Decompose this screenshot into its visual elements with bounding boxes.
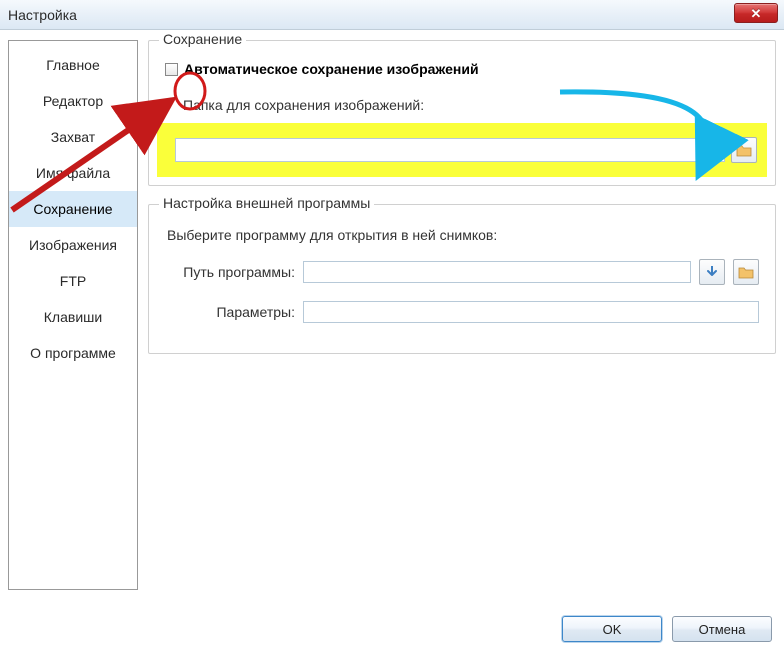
sidebar-item-ftp[interactable]: FTP xyxy=(9,263,137,299)
window-body: Главное Редактор Захват Имя файла Сохран… xyxy=(0,30,784,590)
save-group-title: Сохранение xyxy=(159,31,246,47)
browse-folder-button[interactable] xyxy=(731,137,757,163)
autosave-checkbox[interactable] xyxy=(165,63,178,76)
sidebar-item-images[interactable]: Изображения xyxy=(9,227,137,263)
sidebar-item-editor[interactable]: Редактор xyxy=(9,83,137,119)
autosave-label: Автоматическое сохранение изображений xyxy=(184,61,479,77)
sidebar-item-keys[interactable]: Клавиши xyxy=(9,299,137,335)
close-icon: ✕ xyxy=(751,7,762,20)
sidebar-item-main[interactable]: Главное xyxy=(9,47,137,83)
close-button[interactable]: ✕ xyxy=(734,3,778,23)
sidebar-item-filename[interactable]: Имя файла xyxy=(9,155,137,191)
content: Сохранение Автоматическое сохранение изо… xyxy=(148,40,776,590)
ok-button[interactable]: OK xyxy=(562,616,662,642)
program-path-input[interactable] xyxy=(303,261,691,283)
folder-icon xyxy=(736,143,752,157)
external-select-label: Выберите программу для открытия в ней сн… xyxy=(167,227,759,243)
folder-highlight xyxy=(157,123,767,177)
program-path-label: Путь программы: xyxy=(165,264,295,280)
autosave-row: Автоматическое сохранение изображений xyxy=(165,61,759,77)
program-path-row: Путь программы: xyxy=(165,259,759,285)
sidebar-item-capture[interactable]: Захват xyxy=(9,119,137,155)
dialog-buttons: OK Отмена xyxy=(562,616,772,642)
folder-input[interactable] xyxy=(175,138,725,162)
sidebar-item-about[interactable]: О программе xyxy=(9,335,137,371)
sidebar: Главное Редактор Захват Имя файла Сохран… xyxy=(8,40,138,590)
titlebar: Настройка ✕ xyxy=(0,0,784,30)
program-params-input[interactable] xyxy=(303,301,759,323)
window-title: Настройка xyxy=(8,7,77,23)
download-program-button[interactable] xyxy=(699,259,725,285)
cancel-button[interactable]: Отмена xyxy=(672,616,772,642)
program-params-label: Параметры: xyxy=(165,304,295,320)
program-params-row: Параметры: xyxy=(165,301,759,323)
external-group-title: Настройка внешней программы xyxy=(159,195,374,211)
sidebar-item-save[interactable]: Сохранение xyxy=(9,191,137,227)
download-arrow-icon xyxy=(707,266,717,278)
folder-label: Папка для сохранения изображений: xyxy=(183,97,759,113)
save-groupbox: Сохранение Автоматическое сохранение изо… xyxy=(148,40,776,186)
browse-program-button[interactable] xyxy=(733,259,759,285)
external-groupbox: Настройка внешней программы Выберите про… xyxy=(148,204,776,354)
folder-icon xyxy=(738,265,754,279)
